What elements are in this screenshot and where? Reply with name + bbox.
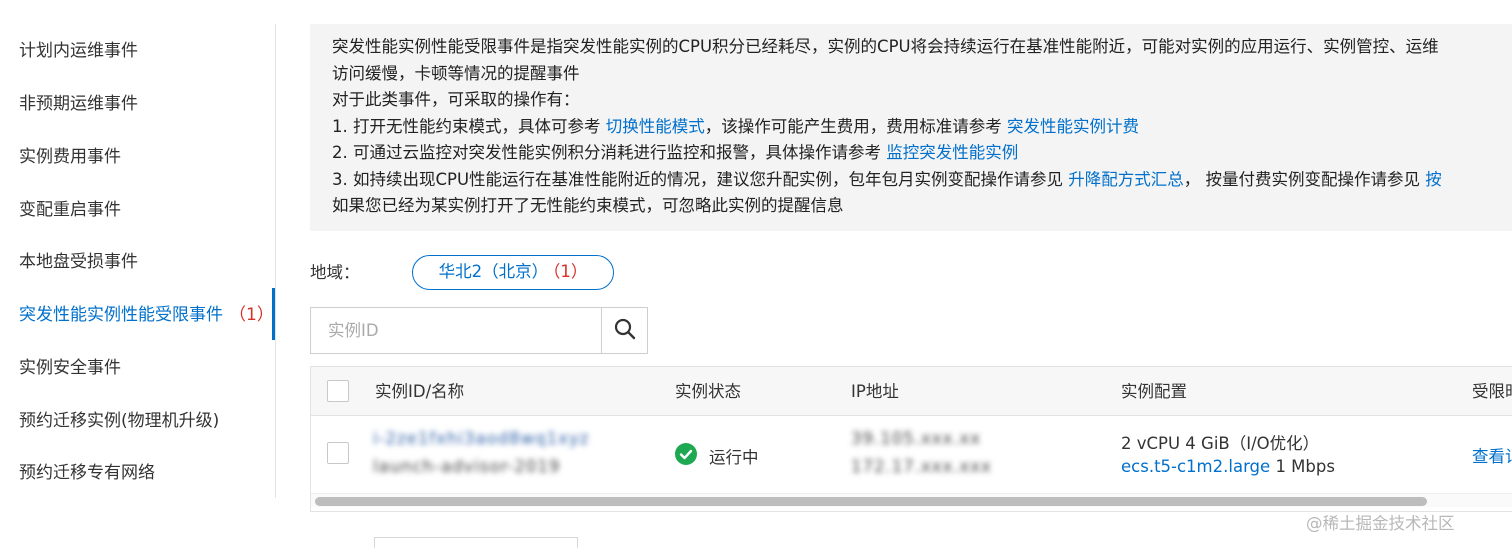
sidebar-item-count: （1） <box>229 305 274 325</box>
notice-line: 1. 打开无性能约束模式，具体可参考 切换性能模式，该操作可能产生费用，费用标准… <box>332 114 1512 141</box>
sidebar-item-label: 实例安全事件 <box>19 358 121 378</box>
ip-public: 39.105.xxx.xx <box>851 429 982 448</box>
notice-line: 2. 可通过云监控对突发性能实例积分消耗进行监控和报警，具体操作请参考 监控突发… <box>332 140 1512 167</box>
sidebar-item-unplanned-maintenance[interactable]: 非预期运维事件 <box>19 89 138 119</box>
monitor-burstable-link[interactable]: 监控突发性能实例 <box>886 143 1018 162</box>
notice-line: 3. 如持续出现CPU性能运行在基准性能附近的情况，建议您升配实例，包年包月实例… <box>332 167 1512 194</box>
config-line: ecs.t5-c1m2.large 1 Mbps <box>1121 457 1335 476</box>
upgrade-downgrade-link[interactable]: 升降配方式汇总 <box>1068 170 1184 189</box>
sidebar-item-planned-maintenance[interactable]: 计划内运维事件 <box>19 36 138 66</box>
column-header-ip: IP地址 <box>851 382 899 401</box>
instance-name: launch-advisor-2019 <box>373 457 561 476</box>
watermark: @稀土掘金技术社区 <box>1306 514 1455 533</box>
table-header: 实例ID/名称 实例状态 IP地址 实例配置 受限时 <box>311 367 1512 416</box>
notice-text: ， 按量付费实例变配操作请参见 <box>1183 169 1426 189</box>
sidebar-item-label: 实例费用事件 <box>19 147 121 167</box>
column-header-instance: 实例ID/名称 <box>375 382 465 401</box>
notice-text: 2. 可通过云监控对突发性能实例积分消耗进行监控和报警，具体操作请参考 <box>332 143 887 162</box>
sidebar-item-label: 非预期运维事件 <box>19 94 138 114</box>
scrollbar-thumb[interactable] <box>315 497 1427 506</box>
sidebar-item-label: 本地盘受损事件 <box>19 252 138 272</box>
search-button[interactable] <box>601 308 647 353</box>
sidebar-item-billing-events[interactable]: 实例费用事件 <box>19 142 121 172</box>
instance-status: 运行中 <box>675 443 759 469</box>
config-bandwidth: 1 Mbps <box>1275 457 1335 476</box>
table-row: i-2ze1fxhi3aod8wq1xyz launch-advisor-201… <box>311 417 1512 491</box>
switch-performance-mode-link[interactable]: 切换性能模式 <box>606 117 705 136</box>
config-spec: 2 vCPU 4 GiB（I/O优化） <box>1121 434 1320 453</box>
pay-as-you-go-resize-link[interactable]: 按 <box>1425 170 1442 189</box>
running-check-icon <box>675 443 697 469</box>
column-header-limited-time: 受限时 <box>1472 382 1512 401</box>
info-notice: 突发性能实例性能受限事件是指突发性能实例的CPU积分已经耗尽，实例的CPU将会持… <box>310 24 1512 231</box>
horizontal-scrollbar[interactable] <box>311 493 1512 507</box>
search-icon <box>614 318 636 344</box>
notice-line: 访问缓慢，卡顿等情况的提醒事件 <box>332 63 580 83</box>
region-label: 地域： <box>310 263 360 282</box>
sidebar-item-label: 突发性能实例性能受限事件 <box>19 305 223 325</box>
sidebar-item-local-disk-damage[interactable]: 本地盘受损事件 <box>19 247 138 277</box>
sidebar-item-resize-restart[interactable]: 变配重启事件 <box>19 195 121 225</box>
sidebar-item-label: 计划内运维事件 <box>19 41 138 61</box>
region-chip-beijing[interactable]: 华北2（北京） （1） <box>412 255 614 290</box>
instance-table: 实例ID/名称 实例状态 IP地址 实例配置 受限时 i-2ze1fxhi3ao… <box>310 366 1512 512</box>
ip-private: 172.17.xxx.xxx <box>851 457 992 476</box>
sidebar-active-indicator <box>272 288 275 340</box>
select-all-checkbox[interactable] <box>327 380 349 402</box>
burstable-billing-link[interactable]: 突发性能实例计费 <box>1007 117 1139 136</box>
sidebar-item-label: 变配重启事件 <box>19 200 121 220</box>
sidebar-item-label: 预约迁移专有网络 <box>19 463 155 483</box>
sidebar-nav: 计划内运维事件 非预期运维事件 实例费用事件 变配重启事件 本地盘受损事件 突发… <box>0 24 276 498</box>
notice-text: 1. 打开无性能约束模式，具体可参考 <box>332 116 606 136</box>
sidebar-item-label: 预约迁移实例(物理机升级) <box>19 411 220 431</box>
instance-id-link[interactable]: i-2ze1fxhi3aod8wq1xyz <box>373 429 589 448</box>
status-text: 运行中 <box>709 448 759 467</box>
sidebar-item-scheduled-migration-physical[interactable]: 预约迁移实例(物理机升级) <box>19 406 219 436</box>
notice-text: 3. 如持续出现CPU性能运行在基准性能附近的情况，建议您升配实例，包年包月实例… <box>332 169 1069 189</box>
region-chip-label: 华北2（北京） <box>438 262 549 281</box>
column-header-status: 实例状态 <box>675 382 741 401</box>
pagination-partial <box>374 537 578 548</box>
region-chip-count: （1） <box>552 262 588 281</box>
view-record-link[interactable]: 查看记 <box>1472 443 1512 467</box>
search-box <box>310 307 648 354</box>
notice-line: 如果您已经为某实例打开了无性能约束模式，可忽略此实例的提醒信息 <box>332 196 844 215</box>
notice-line: 突发性能实例性能受限事件是指突发性能实例的CPU积分已经耗尽，实例的CPU将会持… <box>332 37 1439 56</box>
row-checkbox[interactable] <box>327 442 349 464</box>
column-header-config: 实例配置 <box>1121 382 1187 401</box>
sidebar-item-burstable-limited[interactable]: 突发性能实例性能受限事件 （1） <box>19 300 274 330</box>
notice-line: 对于此类事件，可采取的操作有： <box>332 90 580 109</box>
sidebar-item-security-events[interactable]: 实例安全事件 <box>19 353 121 383</box>
search-input[interactable] <box>311 308 602 353</box>
sidebar-item-scheduled-migration-vpc[interactable]: 预约迁移专有网络 <box>19 458 155 488</box>
notice-text: ，该操作可能产生费用，费用标准请参考 <box>704 116 1007 136</box>
instance-type-link[interactable]: ecs.t5-c1m2.large <box>1121 457 1270 476</box>
